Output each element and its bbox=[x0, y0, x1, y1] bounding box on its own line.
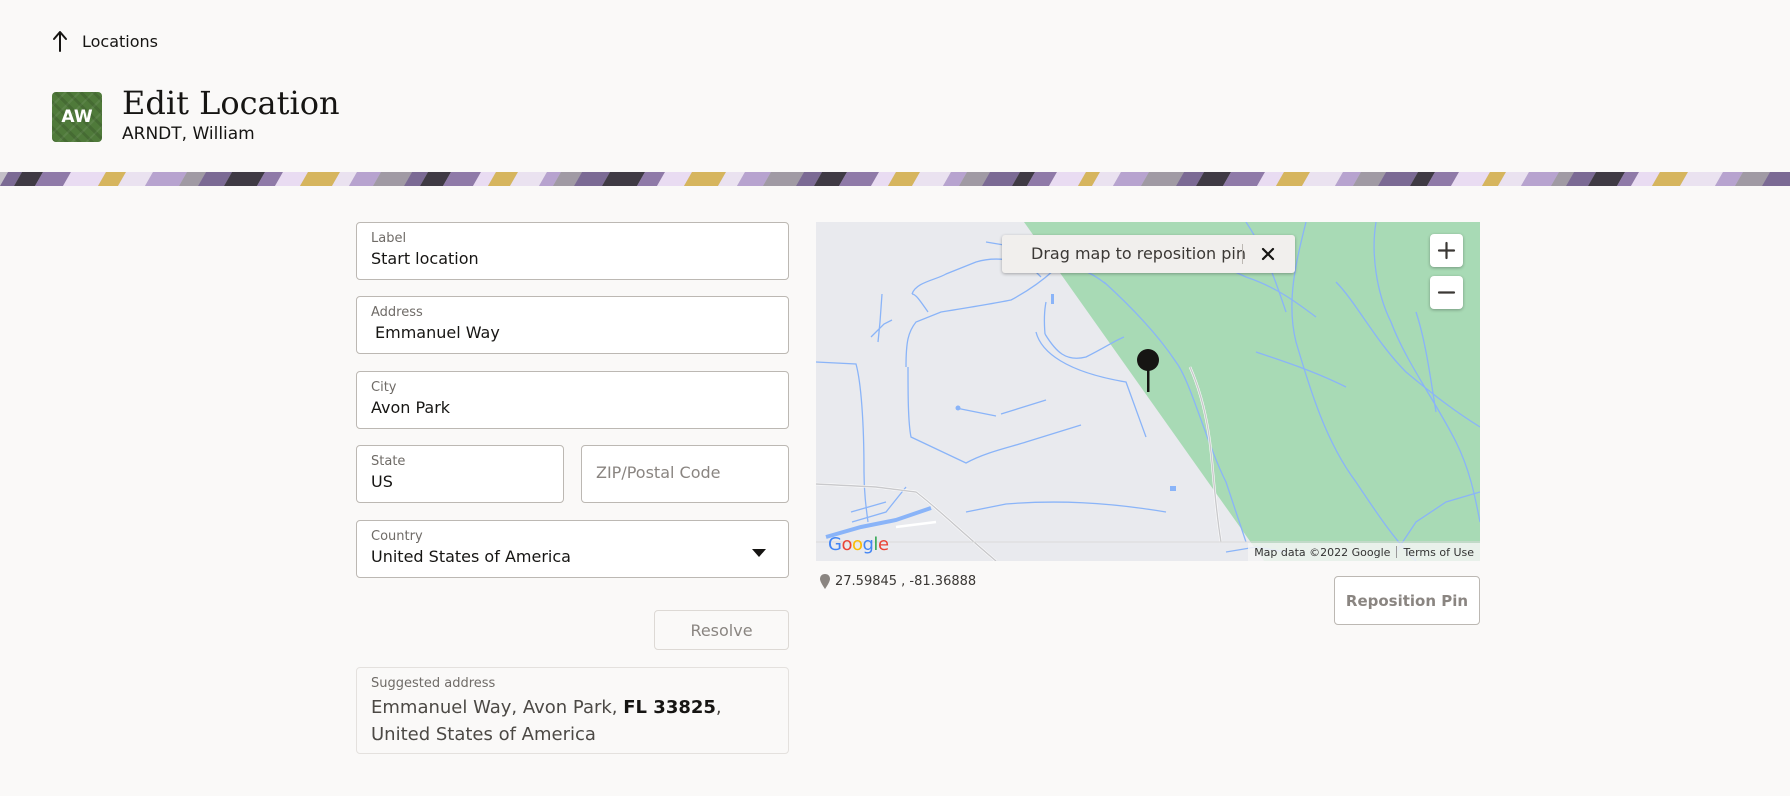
zoom-in-button[interactable] bbox=[1430, 234, 1463, 267]
page-subtitle: ARNDT, William bbox=[122, 124, 255, 144]
decorative-banner bbox=[0, 172, 1790, 186]
address-field-label: Address bbox=[371, 305, 423, 320]
address-field-value: Emmanuel Way bbox=[375, 323, 500, 342]
up-arrow-icon bbox=[53, 31, 67, 52]
suggested-address-label: Suggested address bbox=[371, 676, 496, 691]
map-attribution: Map data ©2022 Google Terms of Use bbox=[1248, 543, 1480, 561]
back-link-label: Locations bbox=[82, 31, 159, 51]
page-header: Locations AW Edit Location ARNDT, Willia… bbox=[0, 0, 1790, 172]
suggested-address-text: Emmanuel Way, Avon Park, FL 33825, Unite… bbox=[371, 694, 771, 748]
state-field-value: US bbox=[371, 472, 393, 491]
city-field[interactable]: City Avon Park bbox=[356, 371, 789, 429]
plus-icon bbox=[1437, 241, 1456, 260]
chevron-down-icon[interactable] bbox=[752, 549, 766, 557]
suggested-address[interactable]: Suggested address Emmanuel Way, Avon Par… bbox=[356, 667, 789, 754]
avatar: AW bbox=[52, 92, 102, 142]
state-field-label: State bbox=[371, 454, 406, 469]
label-field-value: Start location bbox=[371, 249, 479, 268]
zoom-out-button[interactable] bbox=[1430, 276, 1463, 309]
country-select[interactable]: Country United States of America bbox=[356, 520, 789, 578]
map-pin-icon bbox=[820, 574, 830, 589]
zip-field-placeholder: ZIP/Postal Code bbox=[596, 463, 721, 482]
minus-icon bbox=[1437, 291, 1456, 294]
terms-of-use-link[interactable]: Terms of Use bbox=[1397, 546, 1480, 559]
toast-message: Drag map to reposition pin bbox=[1031, 244, 1246, 263]
back-to-locations-link[interactable]: Locations bbox=[52, 30, 158, 52]
label-field[interactable]: Label Start location bbox=[356, 222, 789, 280]
city-field-label: City bbox=[371, 380, 397, 395]
coordinates-readout: 27.59845 , -81.36888 bbox=[820, 574, 976, 589]
state-field[interactable]: State US bbox=[356, 445, 564, 503]
google-logo: Google bbox=[828, 534, 889, 555]
resolve-button[interactable]: Resolve bbox=[654, 610, 789, 650]
country-field-label: Country bbox=[371, 529, 423, 544]
label-field-label: Label bbox=[371, 231, 407, 246]
toast-divider bbox=[1242, 244, 1243, 264]
drag-map-toast: Drag map to reposition pin bbox=[1002, 235, 1295, 273]
reposition-pin-button[interactable]: Reposition Pin bbox=[1334, 576, 1480, 625]
suggested-address-postal: FL 33825 bbox=[623, 697, 716, 718]
map-view[interactable]: Drag map to reposition pin Google Map da… bbox=[816, 222, 1480, 561]
coordinates-text: 27.59845 , -81.36888 bbox=[835, 574, 977, 589]
address-field[interactable]: Address Emmanuel Way bbox=[356, 296, 789, 354]
country-field-value: United States of America bbox=[371, 547, 571, 566]
page-title: Edit Location bbox=[122, 84, 340, 122]
zip-field[interactable]: ZIP/Postal Code bbox=[581, 445, 789, 503]
close-icon[interactable] bbox=[1257, 243, 1279, 265]
map-data-label: Map data ©2022 Google bbox=[1254, 545, 1391, 559]
city-field-value: Avon Park bbox=[371, 398, 451, 417]
suggested-address-part1: Emmanuel Way, Avon Park, bbox=[371, 697, 624, 718]
